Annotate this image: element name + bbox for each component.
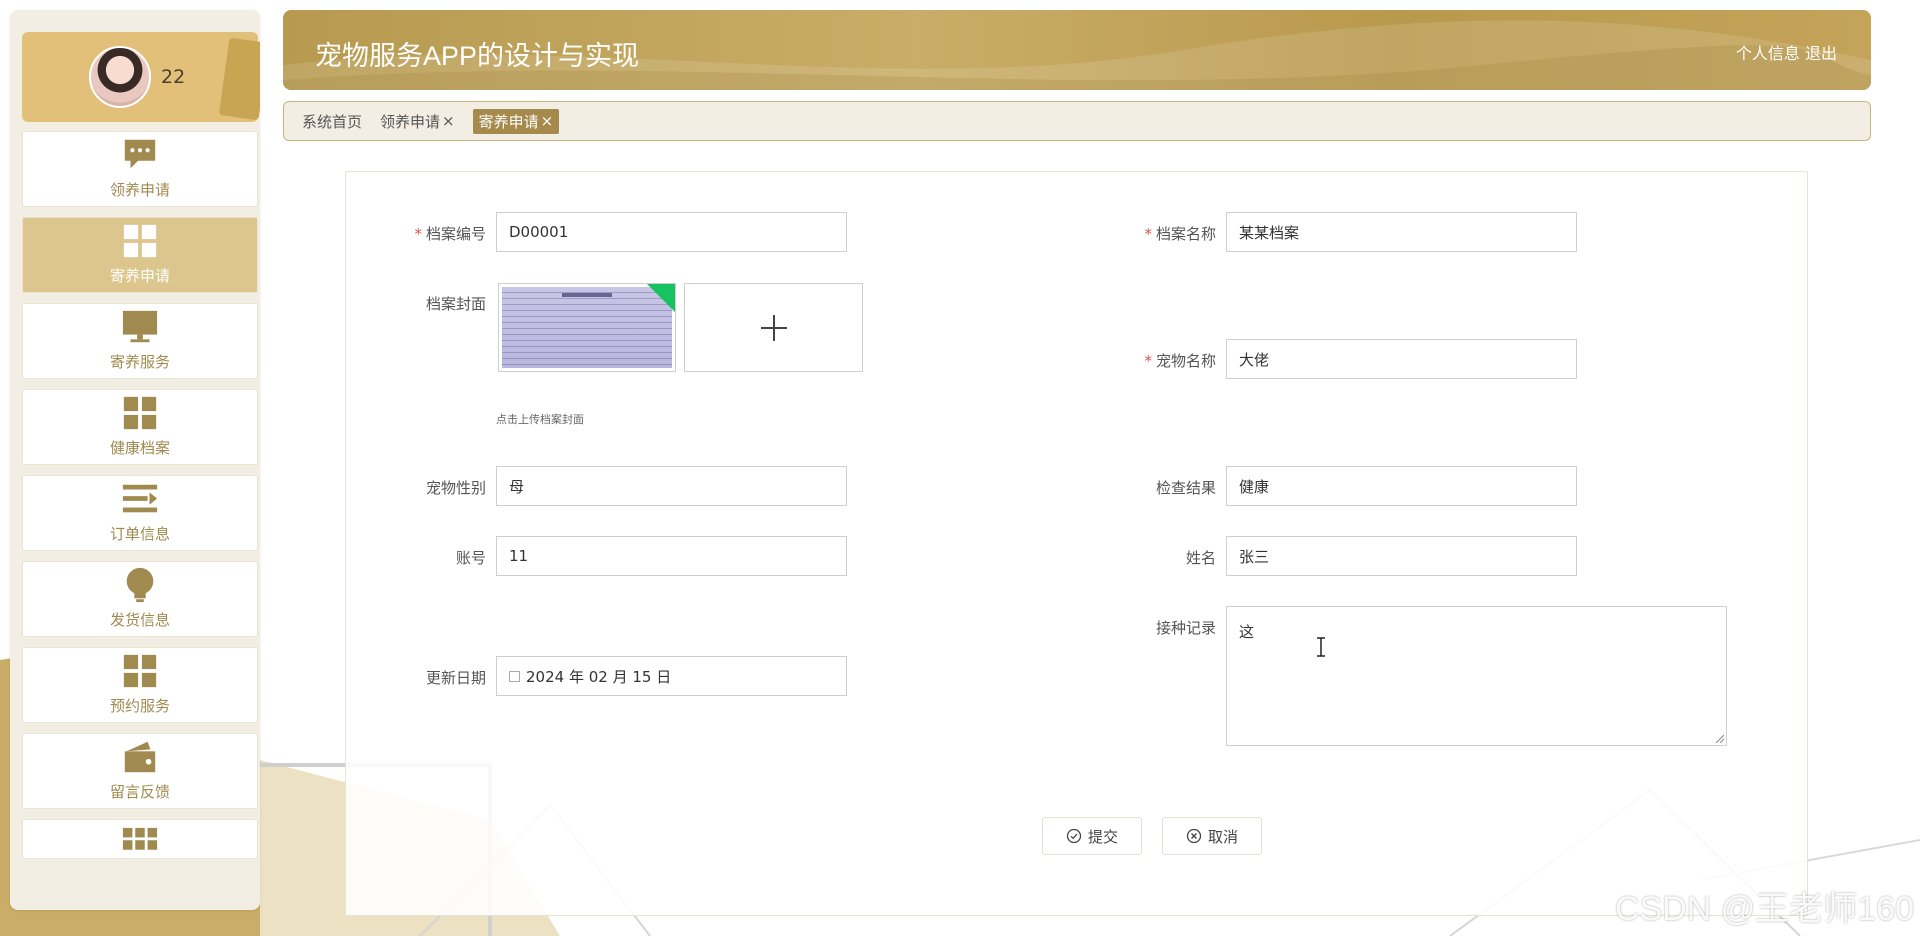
pet-gender-label: 宠物性别	[425, 479, 486, 497]
required-marker: *	[1144, 225, 1152, 243]
tab-label: 寄养申请	[478, 112, 539, 131]
close-icon[interactable]: ×	[541, 112, 554, 130]
pet-gender-input[interactable]: 母	[496, 466, 847, 506]
user-profile-card[interactable]: 22	[22, 32, 260, 122]
tab-home[interactable]: 系统首页	[302, 111, 362, 132]
cancel-label: 取消	[1207, 827, 1238, 846]
archive-name-input[interactable]: 某某档案	[1226, 212, 1577, 252]
check-result-input[interactable]: 健康	[1226, 466, 1577, 506]
archive-no-input[interactable]: D00001	[496, 212, 847, 252]
update-date-input[interactable]: 2024 年 02 月 15 日	[496, 656, 847, 696]
tab-label: 领养申请	[380, 112, 441, 131]
required-marker: *	[414, 225, 422, 243]
pet-name-label: * 宠物名称	[1144, 352, 1216, 370]
real-name-input[interactable]: 张三	[1226, 536, 1577, 576]
sidebar-item-label: 寄养申请	[109, 267, 170, 285]
text-cursor-icon	[1317, 637, 1325, 657]
required-marker: *	[1144, 352, 1152, 370]
upload-add-button[interactable]	[684, 283, 863, 372]
user-name: 22	[161, 66, 186, 88]
sidebar-item-label: 发货信息	[109, 611, 170, 629]
archive-name-label: * 档案名称	[1144, 225, 1216, 243]
tab-label: 系统首页	[302, 112, 363, 131]
sidebar-item-foster-application[interactable]: 寄养申请	[22, 217, 258, 293]
check-result-label: 检查结果	[1155, 479, 1216, 497]
plus-icon	[760, 314, 787, 341]
grid-icon	[120, 393, 160, 433]
top-header: 宠物服务APP的设计与实现 个人信息 退出	[283, 10, 1871, 90]
check-circle-icon	[1066, 828, 1082, 844]
tab-adoption-application[interactable]: 领养申请 ×	[380, 111, 455, 132]
grid-icon	[120, 651, 160, 691]
avatar[interactable]	[89, 46, 151, 108]
account-input[interactable]: 11	[496, 536, 847, 576]
foster-application-form: * 档案编号 D00001 * 档案名称 某某档案 档案封面 点击上传档案封面 * 宠…	[345, 171, 1808, 916]
sidebar-item-label: 健康档案	[109, 439, 170, 457]
close-circle-icon	[1186, 828, 1202, 844]
archive-cover-label: 档案封面	[425, 295, 486, 313]
update-date-value: 2024 年 02 月 15 日	[526, 667, 672, 686]
real-name-label: 姓名	[1185, 549, 1216, 567]
sidebar: 22 领养申请 寄养申请 寄养服务 健康档案 订单信息 发货信息 预约服务 留言…	[10, 10, 260, 910]
chat-bubble-icon	[120, 135, 160, 175]
submit-button[interactable]: 提交	[1042, 817, 1142, 855]
profile-decoration	[218, 37, 260, 121]
sidebar-item-feedback[interactable]: 留言反馈	[22, 733, 258, 809]
sidebar-item-foster-service[interactable]: 寄养服务	[22, 303, 258, 379]
upload-success-badge	[647, 284, 675, 312]
vaccination-label: 接种记录	[1155, 619, 1216, 637]
pet-name-input[interactable]: 大佬	[1226, 339, 1577, 379]
apps-icon	[120, 826, 160, 864]
logout-link[interactable]: 退出	[1805, 44, 1837, 63]
close-icon[interactable]: ×	[442, 112, 455, 130]
archive-cover-thumbnail[interactable]	[498, 283, 676, 372]
tab-foster-application[interactable]: 寄养申请 ×	[472, 108, 560, 134]
header-links: 个人信息 退出	[1736, 40, 1837, 64]
grid-icon	[120, 221, 160, 261]
vaccination-textarea[interactable]: 这	[1226, 606, 1727, 746]
sidebar-item-more[interactable]	[22, 819, 258, 859]
monitor-icon	[120, 307, 160, 347]
profile-link[interactable]: 个人信息	[1736, 44, 1800, 63]
upload-hint: 点击上传档案封面	[496, 413, 584, 426]
watermark: CSDN @王老师160	[1614, 890, 1914, 928]
sidebar-item-label: 预约服务	[109, 697, 170, 715]
sidebar-item-appointment-service[interactable]: 预约服务	[22, 647, 258, 723]
update-date-label: 更新日期	[425, 669, 486, 687]
lightbulb-icon	[120, 565, 160, 605]
calendar-checkbox-icon[interactable]	[509, 670, 520, 682]
sidebar-item-health-records[interactable]: 健康档案	[22, 389, 258, 465]
submit-label: 提交	[1087, 827, 1118, 846]
resize-grip-icon[interactable]	[1714, 733, 1724, 743]
sidebar-item-shipping-info[interactable]: 发货信息	[22, 561, 258, 637]
archive-no-label: * 档案编号	[414, 225, 486, 243]
sidebar-item-adoption-application[interactable]: 领养申请	[22, 131, 258, 207]
sidebar-item-label: 领养申请	[109, 181, 170, 199]
tabs-bar: 系统首页 领养申请 × 寄养申请 ×	[283, 101, 1871, 141]
sidebar-item-order-info[interactable]: 订单信息	[22, 475, 258, 551]
wallet-icon	[120, 737, 160, 777]
account-label: 账号	[455, 549, 486, 567]
vaccination-text: 这	[1239, 623, 1255, 641]
cancel-button[interactable]: 取消	[1162, 817, 1262, 855]
sidebar-item-label: 寄养服务	[109, 353, 170, 371]
sidebar-item-label: 订单信息	[109, 525, 170, 543]
list-icon	[120, 479, 160, 519]
sidebar-item-label: 留言反馈	[109, 783, 170, 801]
app-title: 宠物服务APP的设计与实现	[315, 41, 640, 71]
